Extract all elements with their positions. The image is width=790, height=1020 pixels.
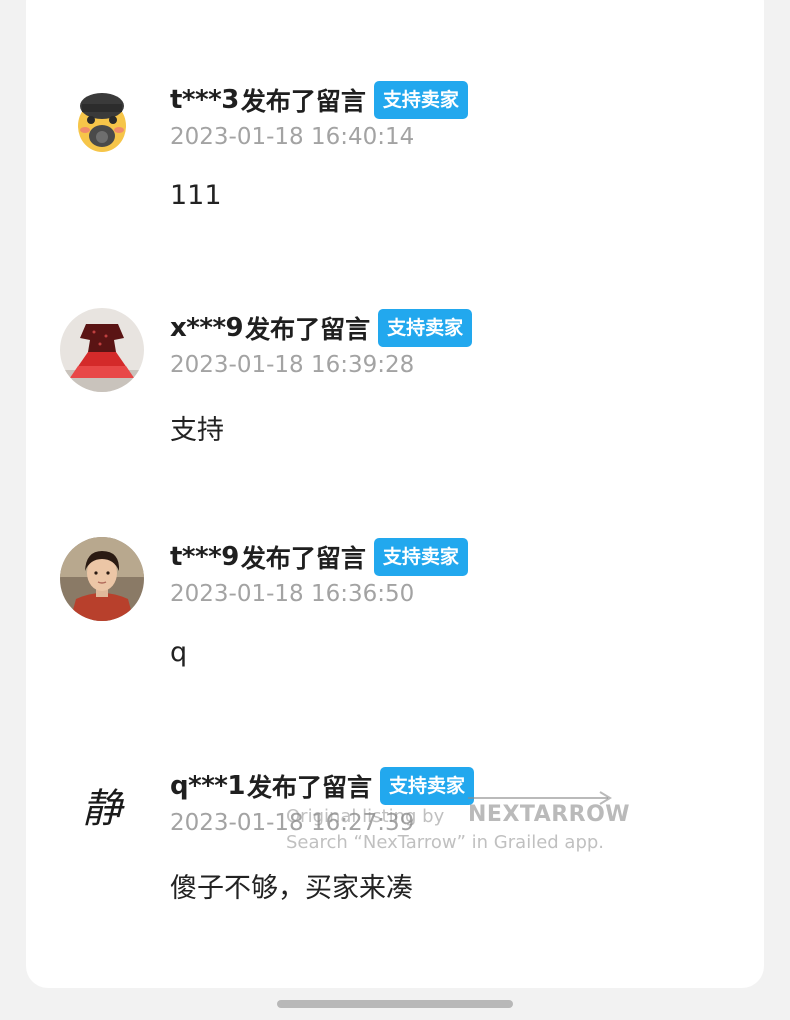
comment-text: 傻子不够，买家来凑: [170, 873, 413, 904]
support-seller-badge: 支持卖家: [373, 538, 468, 576]
user-name[interactable]: t***9: [170, 542, 239, 572]
comment-header: t***9 发布了留言 支持卖家: [170, 537, 468, 577]
comment-text: 支持: [170, 415, 224, 446]
support-seller-badge: 支持卖家: [373, 81, 468, 119]
user-name[interactable]: q***1: [170, 771, 246, 801]
comment-text: 111: [170, 180, 222, 211]
timestamp: 2023-01-18 16:39:28: [170, 352, 415, 378]
timestamp: 2023-01-18 16:27:39: [170, 810, 415, 836]
support-seller-badge: 支持卖家: [378, 309, 473, 347]
comment-item: t***9 发布了留言 支持卖家 2023-01-18 16:36:50 q: [26, 537, 764, 737]
comment-item: t***3 发布了留言 支持卖家 2023-01-18 16:40:14 111: [26, 80, 764, 280]
user-avatar[interactable]: [60, 537, 144, 621]
comment-item: x***9 发布了留言 支持卖家 2023-01-18 16:39:28 支持: [26, 308, 764, 508]
gas-mask-avatar-icon: [60, 80, 144, 164]
timestamp: 2023-01-18 16:40:14: [170, 124, 415, 150]
comment-header: t***3 发布了留言 支持卖家: [170, 80, 468, 120]
user-avatar[interactable]: 静: [60, 766, 144, 850]
calligraphy-jing-avatar-icon: 静: [60, 766, 144, 850]
red-dress-avatar-icon: [60, 308, 144, 392]
action-text: 发布了留言: [245, 315, 371, 344]
user-name[interactable]: x***9: [170, 313, 244, 343]
action-text: 发布了留言: [240, 544, 366, 573]
timestamp: 2023-01-18 16:36:50: [170, 581, 415, 607]
action-text: 发布了留言: [240, 87, 366, 116]
support-seller-badge: 支持卖家: [380, 767, 475, 805]
comment-header: q***1 发布了留言 支持卖家: [170, 766, 475, 806]
comment-header: x***9 发布了留言 支持卖家: [170, 308, 473, 348]
comment-list-card: t***3 发布了留言 支持卖家 2023-01-18 16:40:14 111…: [26, 0, 764, 988]
user-avatar[interactable]: [60, 308, 144, 392]
home-indicator[interactable]: [277, 1000, 513, 1008]
user-name[interactable]: t***3: [170, 85, 239, 115]
comment-item: 静 q***1 发布了留言 支持卖家 2023-01-18 16:27:39 傻…: [26, 766, 764, 966]
user-avatar[interactable]: [60, 80, 144, 164]
svg-text:静: 静: [82, 786, 125, 832]
portrait-photo-avatar-icon: [60, 537, 144, 621]
action-text: 发布了留言: [247, 773, 373, 802]
comment-text: q: [170, 637, 188, 668]
